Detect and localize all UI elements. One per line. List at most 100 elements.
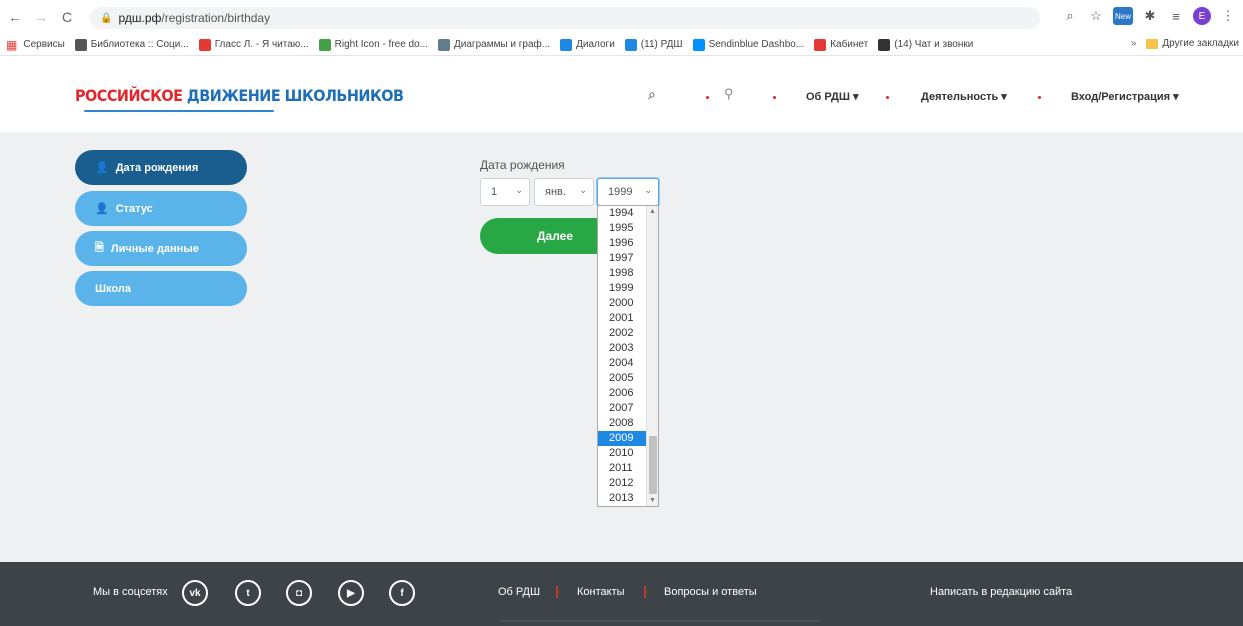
day-value: 1: [491, 186, 498, 198]
menu-icon[interactable]: ⋮: [1219, 6, 1237, 26]
year-option[interactable]: 2013: [598, 491, 647, 506]
year-option[interactable]: 2004: [598, 356, 647, 371]
footer-link-write-editor[interactable]: Написать в редакцию сайта: [930, 586, 1072, 598]
bookmark-label: Sendinblue Dashbo...: [708, 39, 805, 50]
site-logo[interactable]: РОССИЙСКОЕ ДВИЖЕНИЕ ШКОЛЬНИКОВ: [75, 86, 404, 105]
footer-link-contacts[interactable]: Контакты: [577, 586, 625, 598]
lock-icon: 🔒: [100, 12, 113, 24]
nav-activity[interactable]: Деятельность ▾: [921, 90, 1007, 103]
bookmark-label: (11) РДШ: [640, 39, 683, 50]
instagram-icon[interactable]: ◘: [286, 580, 312, 606]
bookmark-favicon-icon: [878, 38, 891, 51]
more-bookmarks-icon[interactable]: »: [1131, 38, 1137, 49]
scrollbar-thumb[interactable]: [649, 436, 657, 494]
extensions-puzzle-icon[interactable]: ✱: [1141, 6, 1159, 26]
reading-list-icon[interactable]: ≡: [1167, 6, 1185, 26]
logo-text-1: РОССИЙСКОЕ: [75, 86, 183, 105]
bookmark-item[interactable]: Сервисы: [19, 39, 64, 51]
youtube-icon[interactable]: ▶: [338, 580, 364, 606]
year-option[interactable]: 2005: [598, 371, 647, 386]
nav-about[interactable]: Об РДШ ▾: [806, 90, 859, 103]
year-option[interactable]: 2012: [598, 476, 647, 491]
bookmark-favicon-icon: [318, 38, 331, 51]
year-option[interactable]: 1998: [598, 266, 647, 281]
back-icon[interactable]: ←: [4, 6, 26, 28]
year-option[interactable]: 2006: [598, 386, 647, 401]
star-icon[interactable]: ☆: [1087, 6, 1105, 26]
apps-icon[interactable]: ▦: [6, 38, 19, 52]
facebook-icon[interactable]: f: [389, 580, 415, 606]
footer-link-about[interactable]: Об РДШ: [498, 586, 540, 598]
year-option[interactable]: 2000: [598, 296, 647, 311]
extension-icon[interactable]: New: [1113, 7, 1133, 25]
browser-actions: ⌕ ☆ New ✱ ≡ E ⋮: [1061, 6, 1237, 26]
bookmark-favicon-icon: [692, 38, 705, 51]
logo-text-2: ДВИЖЕНИЕ ШКОЛЬНИКОВ: [186, 86, 404, 105]
bookmark-favicon-icon: [198, 38, 211, 51]
year-dropdown-list[interactable]: 1994 1995 1996 1997 1998 1999 2000 2001 2002 2003…: [597, 205, 659, 507]
bookmark-item[interactable]: Диаграммы и граф...: [438, 38, 550, 51]
year-select[interactable]: 1999 ⌄: [597, 178, 659, 206]
bookmark-item[interactable]: Right Icon - free do...: [318, 38, 429, 51]
year-option[interactable]: 2007: [598, 401, 647, 416]
accessibility-icon[interactable]: ⚲: [724, 86, 734, 102]
bookmark-item[interactable]: (14) Чат и звонки: [878, 38, 973, 51]
year-value: 1999: [608, 186, 633, 198]
year-option[interactable]: 2010: [598, 446, 647, 461]
bookmark-item[interactable]: Гласс Л. - Я читаю...: [198, 38, 309, 51]
footer-divider: [500, 620, 820, 622]
reload-icon[interactable]: C: [56, 6, 78, 28]
year-option[interactable]: 1995: [598, 221, 647, 236]
bookmark-item[interactable]: Кабинет: [814, 38, 868, 51]
year-option[interactable]: 2002: [598, 326, 647, 341]
search-icon[interactable]: ⌕: [648, 86, 656, 103]
browser-toolbar: ← → C 🔒 рдш.рф/registration/birthday ⌕ ☆…: [0, 0, 1243, 34]
nav-divider-dot: [1038, 96, 1041, 99]
year-option[interactable]: 2009: [598, 431, 647, 446]
sidebar-item-status[interactable]: 👤 Статус: [75, 191, 247, 226]
bookmark-label: Сервисы: [23, 39, 65, 50]
sidebar-item-personal-data[interactable]: 🗎 Личные данные: [75, 231, 247, 266]
logo-underline: [84, 110, 274, 112]
bookmark-label: Библиотека :: Соци...: [90, 39, 189, 50]
nav-divider-dot: [706, 96, 709, 99]
profile-avatar[interactable]: E: [1193, 7, 1211, 25]
year-option[interactable]: 2003: [598, 341, 647, 356]
nav-divider-dot: [886, 96, 889, 99]
zoom-icon[interactable]: ⌕: [1061, 6, 1079, 26]
scroll-up-icon[interactable]: ▲: [649, 208, 656, 215]
chevron-down-icon: ⌄: [515, 185, 523, 195]
vk-icon[interactable]: vk: [182, 580, 208, 606]
sidebar-item-label: Личные данные: [110, 242, 199, 255]
year-option[interactable]: 1999: [598, 281, 647, 296]
other-bookmarks[interactable]: » Другие закладки: [1131, 38, 1239, 49]
nav-login[interactable]: Вход/Регистрация ▾: [1071, 90, 1179, 103]
year-option[interactable]: 2008: [598, 416, 647, 431]
social-label: Мы в соцсетях: [93, 586, 168, 598]
address-bar[interactable]: 🔒 рдш.рф/registration/birthday: [90, 7, 1040, 29]
day-select[interactable]: 1 ⌄: [480, 178, 530, 206]
bookmark-item[interactable]: Sendinblue Dashbo...: [692, 38, 805, 51]
year-option[interactable]: 1996: [598, 236, 647, 251]
site-footer: Мы в соцсетях vk t ◘ ▶ f Об РДШ Контакты…: [0, 562, 1243, 626]
month-value: янв.: [545, 186, 566, 198]
sidebar-item-label: Статус: [115, 202, 153, 215]
footer-link-faq[interactable]: Вопросы и ответы: [664, 586, 757, 598]
sidebar-item-school[interactable]: Школа: [75, 271, 247, 306]
year-option[interactable]: 2011: [598, 461, 647, 476]
month-select[interactable]: янв. ⌄: [534, 178, 594, 206]
bookmarks-bar: ▦ Сервисы Библиотека :: Соци... Гласс Л. - …: [0, 34, 1243, 56]
bookmark-item[interactable]: (11) РДШ: [624, 38, 683, 51]
year-option[interactable]: 1997: [598, 251, 647, 266]
bookmark-label: Right Icon - free do...: [334, 39, 429, 50]
dropdown-scrollbar[interactable]: ▲ ▼: [646, 206, 658, 506]
scroll-down-icon[interactable]: ▼: [649, 497, 656, 504]
twitter-icon[interactable]: t: [235, 580, 261, 606]
forward-icon[interactable]: →: [30, 6, 52, 28]
bookmark-item[interactable]: Диалоги: [560, 38, 615, 51]
year-option[interactable]: 2001: [598, 311, 647, 326]
sidebar-item-birthday[interactable]: 👤 Дата рождения: [75, 150, 247, 185]
year-option[interactable]: 1994: [598, 206, 647, 221]
bookmark-favicon-icon: [438, 38, 451, 51]
bookmark-item[interactable]: Библиотека :: Соци...: [74, 38, 189, 51]
